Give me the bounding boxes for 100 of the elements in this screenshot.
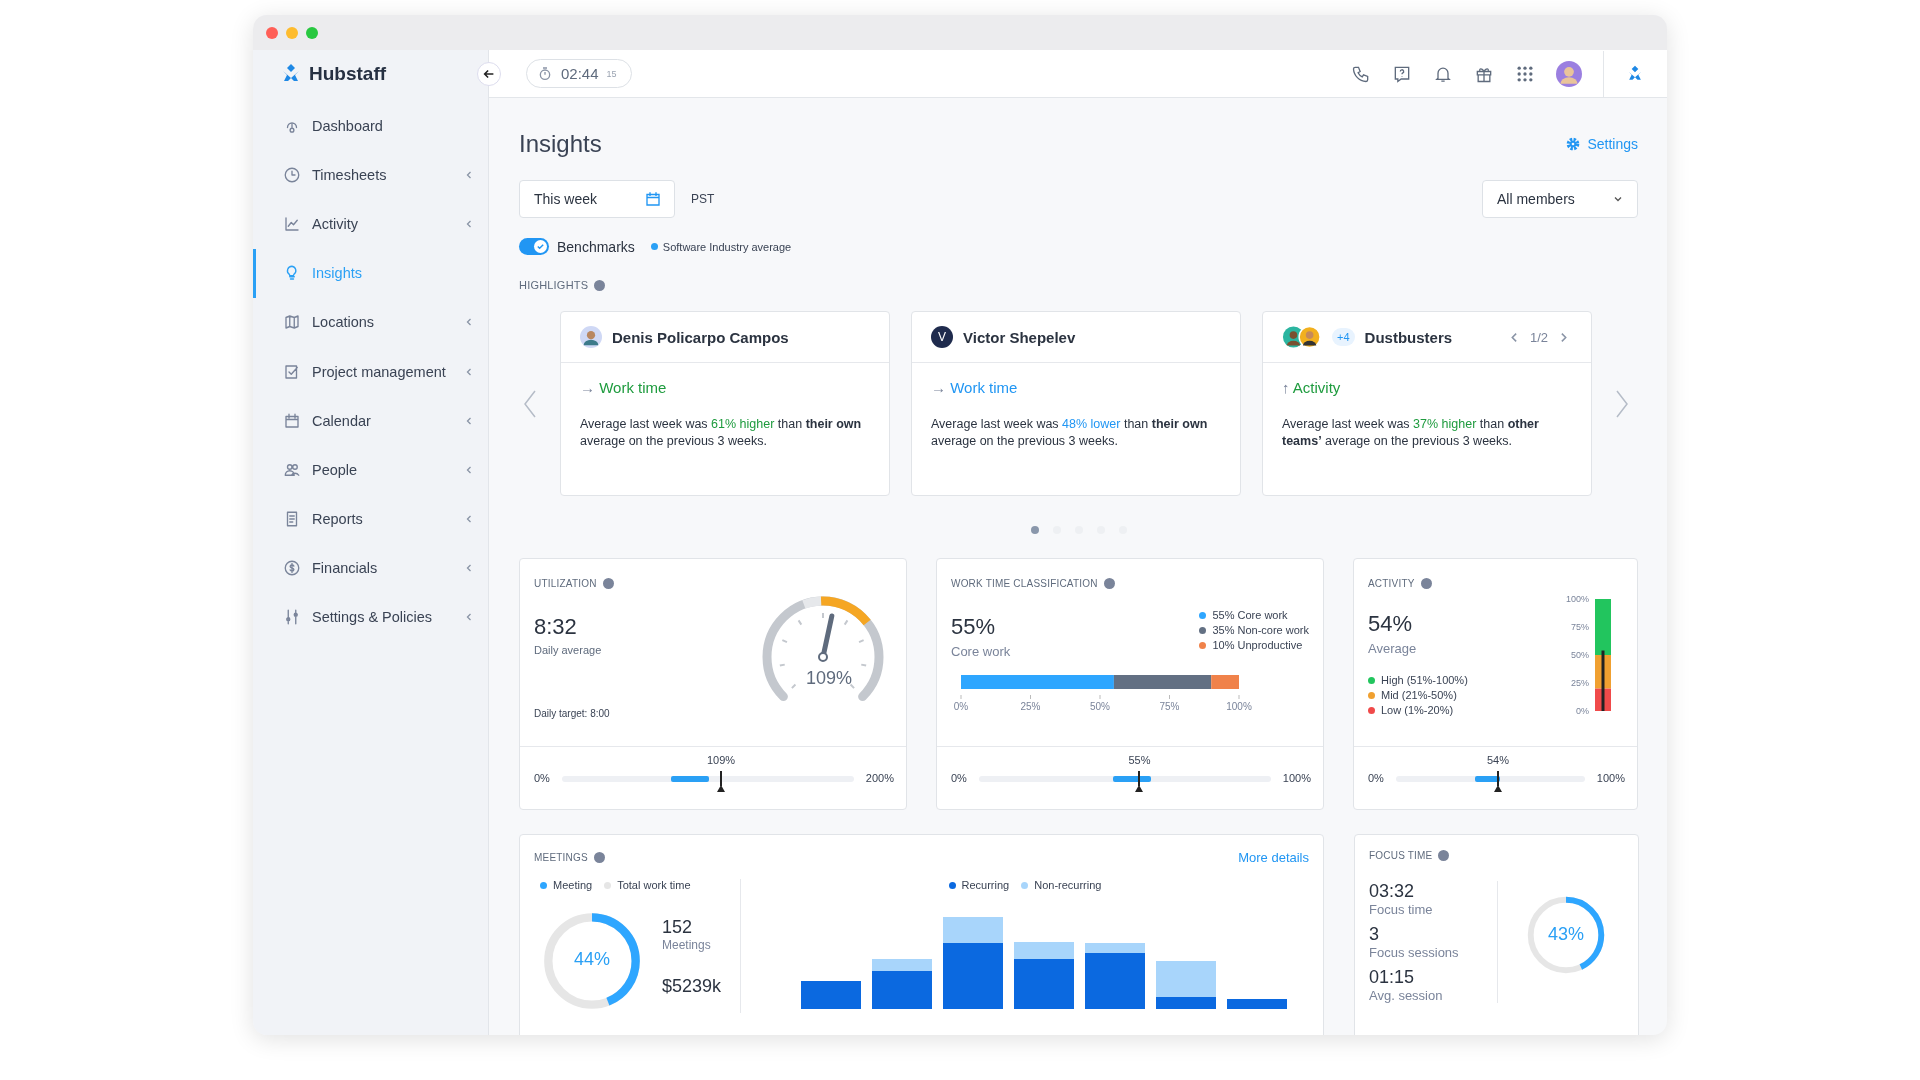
maximize-icon[interactable] <box>306 26 318 39</box>
legend-label: Non-recurring <box>1034 879 1102 891</box>
avatar-icon <box>580 326 602 348</box>
highlight-name: Victor Shepelev <box>963 328 1076 346</box>
metric-caption: Core work <box>951 644 1011 659</box>
card-title: WORK TIME CLASSIFICATION <box>951 578 1098 589</box>
gauge-value: 109% <box>806 668 853 689</box>
metric-value: 55% <box>951 614 997 640</box>
info-icon <box>594 279 606 291</box>
extra-members-badge: +4 <box>1332 328 1355 346</box>
meter-min: 0% <box>534 772 550 784</box>
highlight-name: Dustbusters <box>1364 328 1453 346</box>
section-heading: HIGHLIGHTS <box>519 279 589 291</box>
check-icon <box>536 242 545 251</box>
chart-bar <box>1085 943 1145 1009</box>
meter-reading: 54% <box>1486 754 1509 766</box>
highlight-description: Average last week was 37% higher than other teams’ average on the previous 3 weeks. <box>1282 416 1540 450</box>
axis-tick-label: 25% <box>1020 701 1041 712</box>
info-icon <box>602 578 614 589</box>
close-icon[interactable] <box>266 26 278 39</box>
nav-icon <box>283 313 301 332</box>
initial-avatar: V <box>931 326 953 348</box>
chart-bar <box>1014 942 1074 1009</box>
chart-bar <box>801 981 861 1009</box>
axis-tick-label: 50% <box>1571 650 1589 660</box>
highlight-description: Average last week was 61% higher than their own average on the previous 3 weeks. <box>580 416 863 450</box>
chart-bar <box>1227 999 1287 1009</box>
legend-label: Mid (21%-50%) <box>1381 689 1457 701</box>
date-range-field[interactable]: This week <box>519 180 675 218</box>
nav-item[interactable]: Settings & Policies <box>253 592 488 643</box>
chart-bar <box>872 959 932 1009</box>
timer-seconds: 15 <box>606 68 617 79</box>
nav-item[interactable]: Locations <box>253 297 488 347</box>
benchmarks-toggle[interactable] <box>519 238 549 255</box>
info-icon <box>1438 850 1450 861</box>
nav-icon <box>283 165 301 184</box>
caret-icon <box>1613 194 1623 204</box>
nav-item[interactable]: People <box>253 445 488 495</box>
axis-tick-label: 75% <box>1159 701 1180 712</box>
info-icon <box>593 852 605 863</box>
gear-icon <box>1565 136 1582 152</box>
axis-tick-label: 100% <box>1226 701 1252 712</box>
axis-tick-label: 25% <box>1571 678 1589 688</box>
legend-label: Total work time <box>617 879 691 891</box>
card-title: FOCUS TIME <box>1369 850 1433 861</box>
card-title: MEETINGS <box>534 852 588 863</box>
team-avatars-icon <box>1282 325 1322 349</box>
nav-item[interactable]: Activity <box>253 199 488 249</box>
meter-reading: 55% <box>1128 754 1151 766</box>
highlight-metric: → Work time <box>931 379 1019 396</box>
timer-text: 02:44 <box>561 65 599 82</box>
chart-bar <box>1156 961 1216 1009</box>
highlight-metric: ↑ Activity <box>1282 379 1342 396</box>
highlight-name: Denis Policarpo Campos <box>612 328 789 346</box>
stat-label: Avg. session <box>1369 988 1444 1003</box>
nav-icon <box>283 362 301 381</box>
stat-label: Focus sessions <box>1369 945 1460 960</box>
meter-max: 100% <box>1282 772 1311 784</box>
axis-tick-label: 100% <box>1565 594 1589 604</box>
nav-item[interactable]: Project management <box>253 346 488 397</box>
card-title: ACTIVITY <box>1368 578 1415 589</box>
metric-caption: Daily average <box>534 644 603 656</box>
nav-item[interactable]: Timesheets <box>253 150 488 200</box>
axis-tick-label: 75% <box>1571 622 1589 632</box>
members-dropdown[interactable]: All members <box>1482 180 1638 218</box>
axis-tick-label: 50% <box>1090 701 1110 712</box>
benchmark-range <box>1113 776 1152 782</box>
highlight-description: Average last week was 48% lower than their own average on the previous 3 weeks. <box>931 416 1209 450</box>
nav-item[interactable]: Calendar <box>253 396 488 446</box>
nav-item[interactable]: Dashboard <box>253 101 488 151</box>
bullet-icon <box>650 243 658 250</box>
metric-value: 54% <box>1368 611 1414 637</box>
stopwatch-icon <box>537 65 553 82</box>
user-avatar[interactable] <box>1556 60 1582 87</box>
nav-icon <box>283 411 301 430</box>
nav-icon <box>283 608 301 627</box>
stat-value: 01:15 <box>1369 967 1416 988</box>
legend-label: 10% Unproductive <box>1212 639 1303 651</box>
nav-item[interactable]: Financials <box>253 543 488 593</box>
nav-item[interactable]: Reports <box>253 494 488 544</box>
stat-label: Focus time <box>1369 902 1434 917</box>
nav-icon <box>283 559 301 578</box>
stat-value: $5239k <box>662 976 722 997</box>
benchmarks-label: Benchmarks <box>557 238 635 255</box>
meter-min: 0% <box>951 772 967 784</box>
logo-text: Hubstaff <box>309 62 387 85</box>
axis-tick-label: 0% <box>1576 706 1589 716</box>
info-icon <box>1103 578 1115 589</box>
meter-reading: 109% <box>706 754 736 766</box>
timezone-label: PST <box>691 192 715 206</box>
metric-value: 8:32 <box>534 614 578 640</box>
legend-label: Recurring <box>961 879 1010 891</box>
page-dot[interactable] <box>1030 526 1039 534</box>
back-arrow-icon <box>482 67 496 81</box>
info-icon <box>1420 578 1432 589</box>
benchmark-source: Software Industry average <box>662 240 792 253</box>
stat-value: 3 <box>1369 924 1380 945</box>
benchmark-range <box>1475 776 1500 782</box>
pager-text: 1/2 <box>1529 329 1548 345</box>
stat-value: 152 <box>662 917 694 938</box>
